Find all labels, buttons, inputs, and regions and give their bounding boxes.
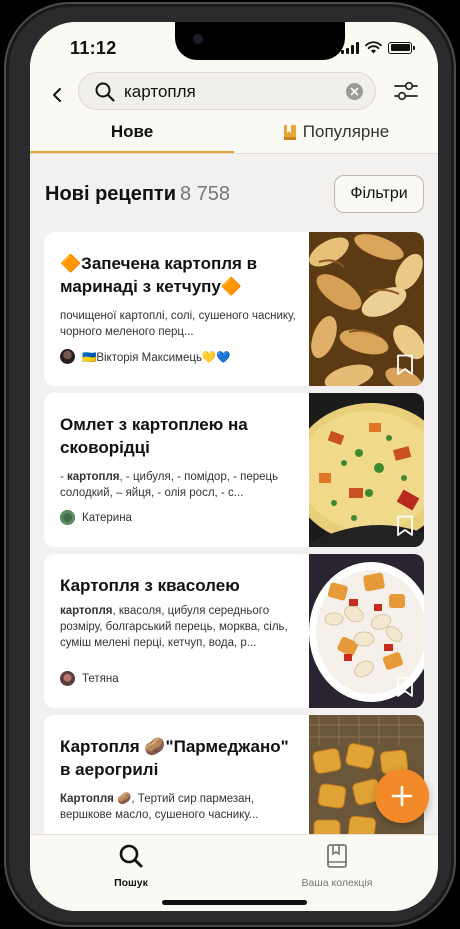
recipe-title: Омлет з картоплею на сковорідці (60, 415, 248, 457)
author-name: Тетяна (82, 672, 119, 685)
recipe-count: 8 758 (180, 183, 231, 205)
home-indicator (162, 900, 307, 905)
battery-icon (388, 41, 415, 54)
chevron-left-icon (53, 88, 61, 102)
recipe-photo (309, 554, 424, 708)
recipe-author: 🇺🇦Вікторія Максимець💛💙 (60, 349, 231, 364)
bookmark-icon[interactable] (396, 515, 414, 537)
tabs: Нове Популярне (30, 122, 438, 153)
avatar (60, 671, 75, 686)
divider (30, 153, 438, 154)
tab-new[interactable]: Нове (30, 122, 234, 153)
add-recipe-button[interactable] (375, 769, 429, 823)
recipe-card[interactable]: Омлет з картоплею на сковорідці - картоп… (44, 393, 424, 547)
tab-popular-label: Популярне (302, 122, 390, 141)
bookmark-book-icon (283, 125, 296, 140)
recipe-card[interactable]: 🔶Запечена картопля в маринаді з кетчупу🔶… (44, 232, 424, 386)
avatar (60, 510, 75, 525)
dynamic-island (175, 22, 345, 60)
ingredients-bold: Картопля 🥔 (60, 793, 132, 805)
status-icons (341, 41, 415, 54)
header: картопля Нове Популярне (30, 72, 438, 153)
screen: 11:12 картопля Нове Популярне Нові рецеп… (30, 22, 438, 911)
recipe-ingredients: картопля, квасоля, цибуля середнього роз… (60, 603, 304, 651)
avatar (60, 349, 75, 364)
search-icon (119, 844, 143, 868)
filters-button-label: Фільтри (350, 185, 408, 202)
back-button[interactable] (42, 80, 72, 110)
recipe-ingredients: - картопля, - цибуля, - помідор, - перец… (60, 469, 304, 501)
bookmark-icon[interactable] (396, 676, 414, 698)
author-name: 🇺🇦Вікторія Максимець💛💙 (82, 351, 231, 364)
tab-new-label: Нове (110, 122, 154, 141)
filters-button[interactable]: Фільтри (334, 175, 424, 213)
recipe-ingredients: Картопля 🥔, Тертий сир пармезан, вершков… (60, 791, 304, 823)
search-input[interactable]: картопля (78, 72, 376, 110)
recipe-author: Тетяна (60, 671, 119, 686)
nav-label: Пошук (114, 877, 148, 889)
section-title-text: Нові рецепти (45, 183, 176, 205)
search-icon (95, 82, 115, 102)
close-icon (350, 87, 359, 96)
nav-item-collection[interactable]: Ваша колекція (267, 843, 407, 889)
sliders-icon[interactable] (392, 78, 420, 104)
book-icon (327, 844, 347, 868)
nav-item-search[interactable]: Пошук (61, 843, 201, 889)
search-query: картопля (124, 82, 196, 101)
plus-icon (391, 785, 413, 807)
bookmark-icon[interactable] (396, 354, 414, 376)
recipe-photo (309, 232, 424, 386)
recipe-ingredients: почищеної картоплі, солі, сушеного часни… (60, 310, 296, 338)
recipe-photo (309, 393, 424, 547)
status-time: 11:12 (70, 38, 117, 58)
recipe-author: Катерина (60, 510, 132, 525)
ingredients-prefix: - (60, 471, 68, 483)
recipe-title: 🔶Запечена картопля в маринаді з кетчупу🔶 (60, 254, 258, 296)
recipe-title: Картопля 🥔"Пармеджано" в аерогрилі (60, 737, 289, 779)
recipe-title: Картопля з квасолею (60, 576, 240, 595)
recipe-card[interactable]: Картопля з квасолею картопля, квасоля, ц… (44, 554, 424, 708)
author-name: Катерина (82, 511, 132, 524)
tab-popular[interactable]: Популярне (234, 122, 438, 153)
ingredients-bold: картопля (67, 471, 120, 483)
phone-frame: 11:12 картопля Нове Популярне Нові рецеп… (4, 2, 456, 927)
clear-search-button[interactable] (346, 83, 363, 100)
nav-label: Ваша колекція (301, 877, 373, 889)
section-title: Нові рецепти 8 758 (45, 183, 230, 206)
wifi-icon (365, 41, 382, 54)
ingredients-bold: картопля (60, 605, 113, 617)
